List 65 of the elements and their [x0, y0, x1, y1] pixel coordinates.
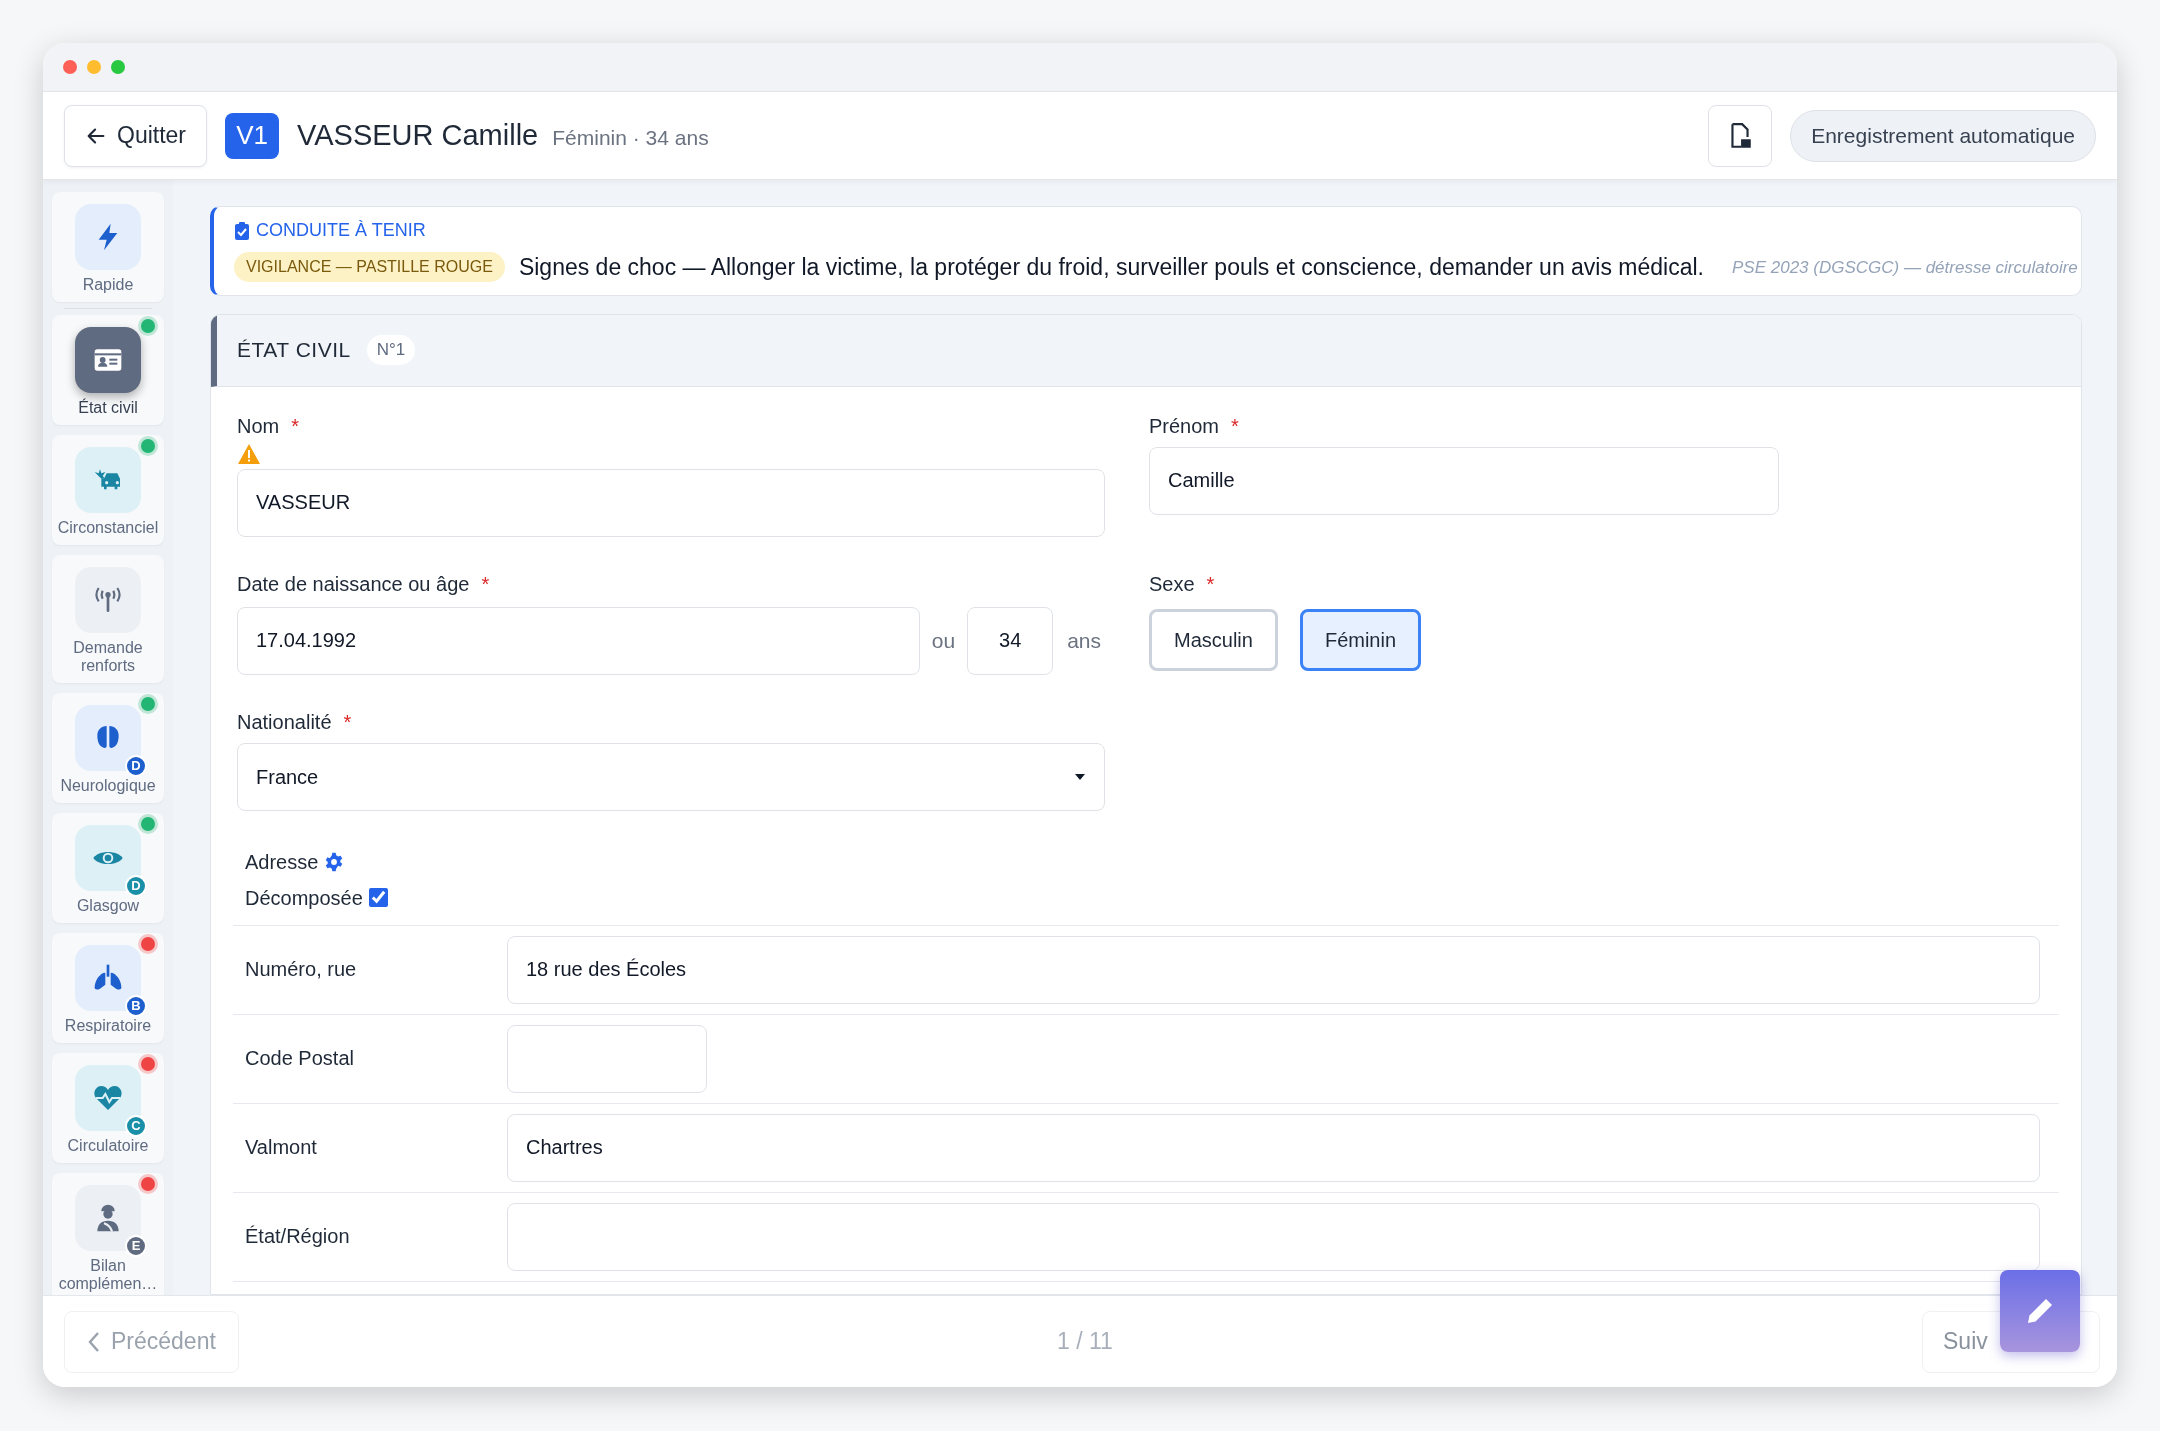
section-letter-badge: E: [125, 1235, 147, 1257]
field-label: Numéro, rue: [244, 956, 358, 982]
required-mark: *: [1231, 413, 1239, 439]
required-mark: *: [291, 413, 300, 439]
input-field[interactable]: 17.04.1992: [237, 606, 920, 675]
quit-button[interactable]: Quitter: [64, 104, 208, 167]
field-label: Prénom: [1149, 413, 1220, 439]
advice-source: PSE 2023 (DGSCGC) — détresse circulatoire: [1732, 256, 2078, 279]
sidebar-item[interactable]: B Respiratoire: [52, 933, 164, 1043]
field-label: Nom: [237, 413, 280, 439]
victim-badge: V1: [225, 112, 280, 159]
age-field[interactable]: 34: [967, 606, 1054, 675]
required-mark: *: [481, 571, 490, 597]
nationality-select[interactable]: France: [237, 742, 1105, 811]
section-letter-badge: D: [125, 875, 147, 897]
advice-title: CONDUITE À TENIR: [256, 219, 426, 242]
dropdown-caret-icon: [1074, 772, 1086, 781]
required-mark: *: [343, 709, 352, 735]
sidebar-item[interactable]: D Neurologique: [52, 693, 164, 803]
vigilance-tag: VIGILANCE — PASTILLE ROUGE: [234, 252, 505, 283]
section-letter-badge: C: [125, 1115, 147, 1137]
input-field[interactable]: 18 rue des Écoles: [507, 935, 2040, 1004]
sidebar-item[interactable]: Rapide: [52, 192, 164, 302]
advice-text: Signes de choc — Allonger la victime, la protéger du froid, surveiller pouls et conscience, demander un avis médical.: [518, 253, 1704, 282]
field-label: Nationalité: [237, 709, 332, 735]
field-label: Date de naissance ou âge: [237, 571, 470, 597]
section-title: ÉTAT CIVIL: [237, 337, 351, 364]
decomposed-checkbox[interactable]: [368, 888, 388, 907]
separator-text: ou: [930, 627, 957, 654]
input-field[interactable]: Chartres: [507, 1113, 2040, 1182]
required-mark: *: [1206, 571, 1215, 597]
field-label: État/Région: [244, 1223, 351, 1249]
sidebar-item[interactable]: Circonstanciel: [52, 435, 164, 545]
input-field[interactable]: [507, 1202, 2040, 1271]
sidebar-item[interactable]: Demande renforts: [52, 555, 164, 683]
input-field[interactable]: Camille: [1149, 446, 1779, 515]
maximize-window-icon[interactable]: [111, 60, 125, 74]
sidebar-item[interactable]: C Circulatoire: [52, 1053, 164, 1163]
section-letter-badge: B: [125, 995, 147, 1017]
settings-icon: [324, 851, 345, 872]
input-field[interactable]: [507, 1024, 707, 1093]
sidebar-item[interactable]: E Bilan complémen…: [52, 1173, 164, 1295]
pdf-export-button[interactable]: [1708, 104, 1773, 167]
checkbox-label: Décomposée: [245, 885, 363, 911]
input-field[interactable]: VASSEUR: [237, 468, 1105, 537]
minimize-window-icon[interactable]: [87, 60, 101, 74]
sidebar-item[interactable]: D Glasgow: [52, 813, 164, 923]
field-label: Code Postal: [244, 1045, 355, 1071]
sidebar-item[interactable]: État civil: [52, 315, 164, 425]
field-label: Sexe: [1149, 571, 1195, 597]
clipboard-check-icon: [234, 221, 250, 240]
section-letter-badge: D: [125, 755, 147, 777]
autosave-status: Enregistrement automatique: [1790, 109, 2096, 162]
gender-option[interactable]: Féminin: [1299, 608, 1422, 671]
field-label: Valmont: [244, 1134, 318, 1160]
address-label: Adresse: [245, 849, 319, 875]
unit-text: ans: [1066, 627, 1102, 654]
patient-info: Féminin · 34 ans: [552, 124, 709, 151]
gender-option[interactable]: Masculin: [1149, 608, 1278, 671]
chevron-left-icon: [87, 1330, 101, 1353]
page-indicator: 1 / 11: [1057, 1327, 1113, 1357]
section-number: N°1: [366, 335, 416, 365]
close-window-icon[interactable]: [63, 60, 77, 74]
edit-button[interactable]: [2000, 1270, 2080, 1352]
patient-name: VASSEUR Camille: [297, 117, 539, 153]
